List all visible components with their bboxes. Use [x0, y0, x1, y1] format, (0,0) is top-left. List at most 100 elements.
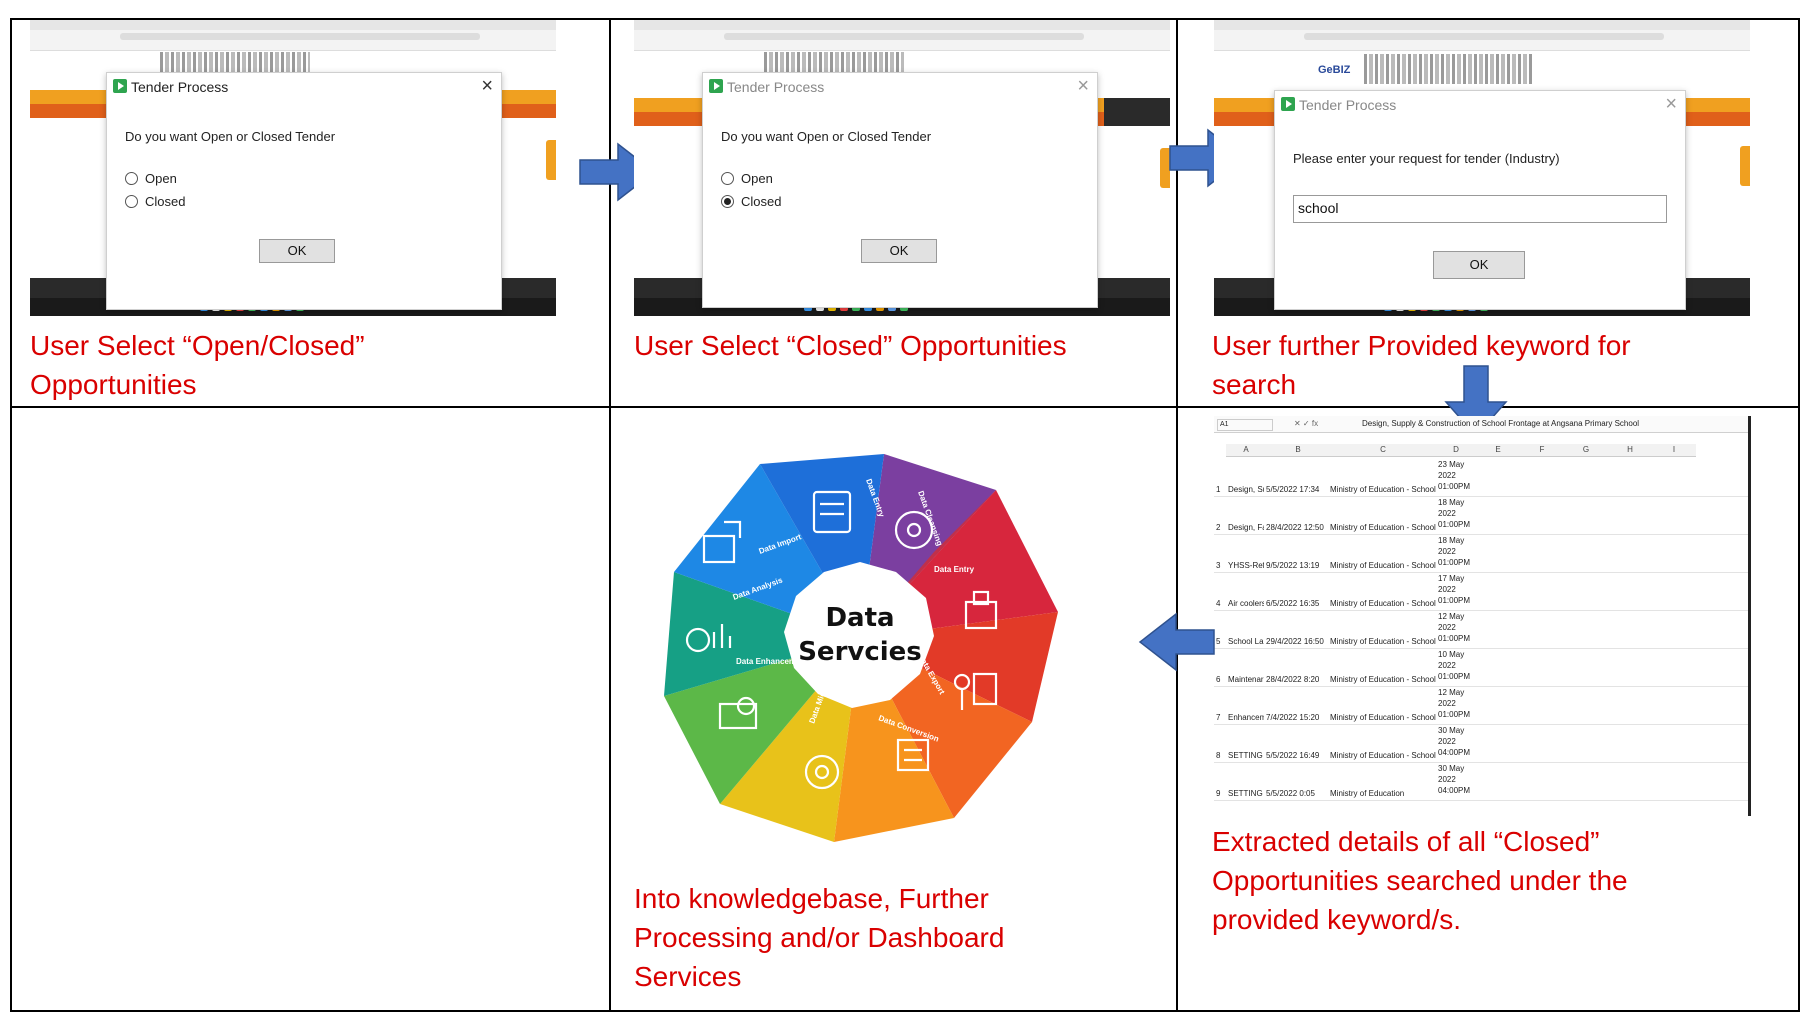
table-border-bottom: [10, 1010, 1800, 1012]
spreadsheet-extract: A1 ✕ ✓ fx Design, Supply & Construction …: [1214, 416, 1751, 816]
cell-closing[interactable]: 12 May 2022 01:00PM: [1438, 687, 1474, 720]
cell-agency[interactable]: Ministry of Education - Schools: [1330, 561, 1436, 570]
close-icon[interactable]: ×: [1665, 93, 1677, 116]
cell-agency[interactable]: Ministry of Education - Schools: [1330, 599, 1436, 608]
radio-closed[interactable]: Closed: [721, 194, 781, 209]
cell-title[interactable]: SETTING L: [1228, 789, 1264, 798]
column-header[interactable]: H: [1608, 444, 1652, 457]
tender-process-dialog: Tender Process × Do you want Open or Clo…: [106, 72, 502, 310]
row-number: 2: [1216, 523, 1221, 532]
radio-circle-icon: [721, 172, 734, 185]
cell-published[interactable]: 5/5/2022 16:49: [1266, 751, 1330, 760]
column-header[interactable]: A: [1226, 444, 1266, 457]
row-number: 9: [1216, 789, 1221, 798]
column-header[interactable]: E: [1476, 444, 1520, 457]
table-row[interactable]: 8 SETTING L5/5/2022 16:49Ministry of Educ…: [1214, 724, 1748, 763]
feedback-tab: [546, 140, 556, 180]
table-row[interactable]: 9 SETTING L5/5/2022 0:05Ministry of Educa…: [1214, 762, 1748, 801]
cell-closing[interactable]: 17 May 2022 01:00PM: [1438, 573, 1474, 606]
cell-title[interactable]: School Lar: [1228, 637, 1264, 646]
cell-published[interactable]: 5/5/2022 0:05: [1266, 789, 1330, 798]
table-row[interactable]: 1 Design, Su 5/5/2022 17:34 Ministry of Edu…: [1214, 458, 1748, 497]
row-number: 1: [1216, 485, 1221, 494]
cell-agency[interactable]: Ministry of Education - Schools: [1330, 523, 1436, 532]
cell-published[interactable]: 28/4/2022 12:50: [1266, 523, 1330, 532]
cell-published[interactable]: 28/4/2022 8:20: [1266, 675, 1330, 684]
cell-published[interactable]: 29/4/2022 16:50: [1266, 637, 1330, 646]
cell-closing[interactable]: 10 May 2022 01:00PM: [1438, 649, 1474, 682]
segment-label: Data Entry: [934, 565, 975, 574]
table-row[interactable]: 7 Enhancem 7/4/2022 15:20 Ministry of Educa…: [1214, 686, 1748, 725]
cell-published[interactable]: 9/5/2022 13:19: [1266, 561, 1330, 570]
cell-closing[interactable]: 12 May 2022 01:00PM: [1438, 611, 1474, 644]
row-number: 7: [1216, 713, 1221, 722]
column-header[interactable]: D: [1436, 444, 1476, 457]
cell-agency[interactable]: Ministry of Education - Schools: [1330, 751, 1436, 760]
fx-icon: ✕ ✓ fx: [1294, 419, 1319, 428]
wheel-graphic: Data Entry Data Cleansing Data Entry Dat…: [664, 454, 1058, 842]
row-number: 6: [1216, 675, 1221, 684]
cell-agency[interactable]: Ministry of Education - Schools: [1330, 713, 1436, 722]
ok-button[interactable]: OK: [861, 239, 937, 263]
radio-open[interactable]: Open: [125, 171, 177, 186]
table-row[interactable]: 3 YHSS-Refu9/5/2022 13:19Ministry of Educ…: [1214, 534, 1748, 573]
table-border-left: [10, 18, 12, 1011]
browser-chrome: [1214, 20, 1750, 51]
screenshot-panel-open-closed: Tender Process × Do you want Open or Clo…: [30, 20, 556, 316]
dialog-question: Please enter your request for tender (In…: [1293, 151, 1560, 166]
cell-published[interactable]: 6/5/2022 16:35: [1266, 599, 1330, 608]
table-row[interactable]: 5 School Lar 29/4/2022 16:50 Ministry of Ed…: [1214, 610, 1748, 649]
column-header[interactable]: C: [1330, 444, 1436, 457]
cell-title[interactable]: Design, Fal: [1228, 523, 1264, 532]
table-border-right: [1798, 18, 1800, 1011]
cell-title[interactable]: Enhancem: [1228, 713, 1264, 722]
cell-title[interactable]: Air coolers: [1228, 599, 1264, 608]
cell-closing[interactable]: 18 May 2022 01:00PM: [1438, 535, 1474, 568]
radio-circle-icon: [125, 172, 138, 185]
cell-closing[interactable]: 30 May 2022 04:00PM: [1438, 763, 1474, 796]
wheel-title-line2: Servcies: [798, 637, 922, 667]
cell-published[interactable]: 5/5/2022 17:34: [1266, 485, 1330, 494]
cell-title[interactable]: YHSS-Refu: [1228, 561, 1264, 570]
ok-button[interactable]: OK: [259, 239, 335, 263]
formula-text[interactable]: Design, Supply & Construction of School …: [1362, 419, 1639, 428]
keyword-input[interactable]: school: [1293, 195, 1667, 223]
radio-closed[interactable]: Closed: [125, 194, 185, 209]
column-header[interactable]: F: [1520, 444, 1564, 457]
cell-title[interactable]: SETTING L: [1228, 751, 1264, 760]
table-row[interactable]: 6 Maintenar 28/4/2022 8:20 Ministry of Educ…: [1214, 648, 1748, 687]
close-icon[interactable]: ×: [1077, 75, 1089, 98]
column-header[interactable]: B: [1266, 444, 1330, 457]
cell-published[interactable]: 7/4/2022 15:20: [1266, 713, 1330, 722]
table-row[interactable]: 4 Air coolers 6/5/2022 16:35 Ministry of Ed…: [1214, 572, 1748, 611]
data-services-wheel: Data Entry Data Cleansing Data Entry Dat…: [634, 422, 1090, 868]
column-header[interactable]: I: [1652, 444, 1696, 457]
sheet-rows: 1 Design, Su 5/5/2022 17:34 Ministry of Edu…: [1214, 458, 1748, 816]
cell-closing[interactable]: 18 May 2022 01:00PM: [1438, 497, 1474, 530]
close-icon[interactable]: ×: [481, 75, 493, 98]
cell-agency[interactable]: Ministry of Education: [1330, 789, 1436, 798]
app-logo-icon: [113, 79, 127, 93]
radio-open[interactable]: Open: [721, 171, 773, 186]
dialog-question: Do you want Open or Closed Tender: [721, 129, 932, 144]
column-header[interactable]: G: [1564, 444, 1608, 457]
ok-button[interactable]: OK: [1433, 251, 1525, 279]
screenshot-panel-closed-selected: Tender Process × Do you want Open or Clo…: [634, 20, 1170, 316]
name-box[interactable]: A1: [1217, 419, 1273, 431]
app-logo-icon: [709, 79, 723, 93]
cell-closing[interactable]: 30 May 2022 04:00PM: [1438, 725, 1474, 758]
table-row[interactable]: 2 Design, Fal28/4/2022 12:50Ministry of E…: [1214, 496, 1748, 535]
cell-title[interactable]: Maintenar: [1228, 675, 1264, 684]
browser-chrome: [634, 20, 1170, 51]
caption-step-4: Extracted details of all “Closed” Opport…: [1212, 826, 1628, 935]
radio-selected-icon: [721, 195, 734, 208]
cell-agency[interactable]: Ministry of Education - Schools: [1330, 675, 1436, 684]
cell-title[interactable]: Design, Su: [1228, 485, 1264, 494]
row-number: 3: [1216, 561, 1221, 570]
row-number: 8: [1216, 751, 1221, 760]
cell-closing[interactable]: 23 May 2022 01:00PM: [1438, 459, 1474, 492]
dialog-title: Tender Process: [131, 79, 229, 95]
tender-keyword-dialog: Tender Process × Please enter your reque…: [1274, 90, 1686, 310]
cell-agency[interactable]: Ministry of Education - Schools: [1330, 637, 1436, 646]
cell-agency[interactable]: Ministry of Education - Schools: [1330, 485, 1436, 494]
